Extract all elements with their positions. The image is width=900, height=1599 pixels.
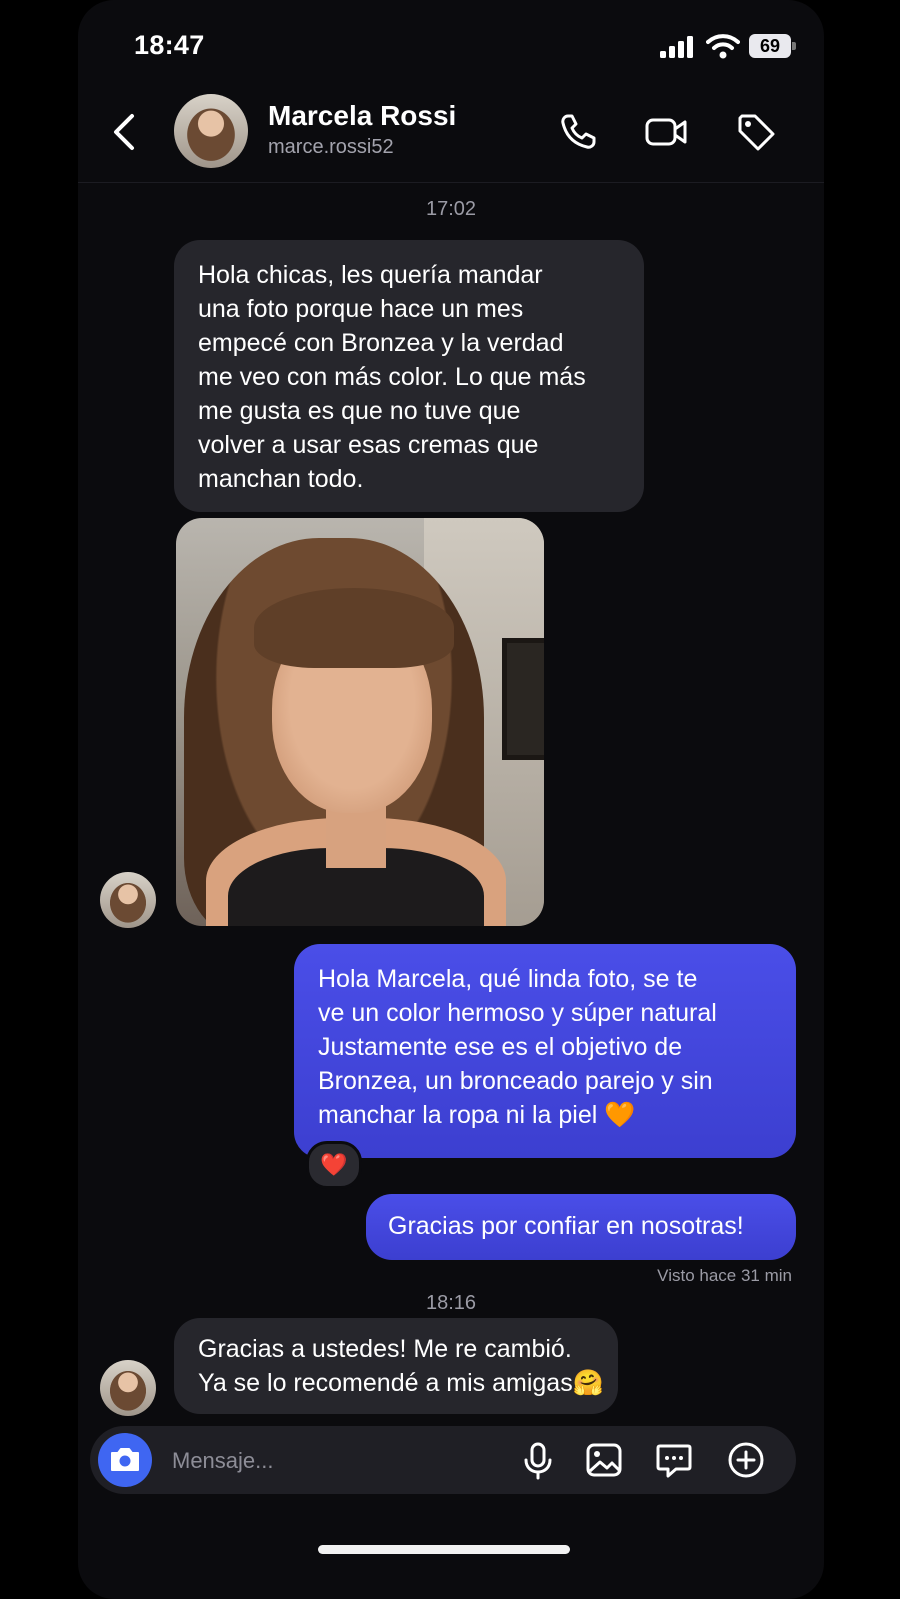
message-line: una foto porque hace un mes <box>198 295 524 323</box>
wifi-icon <box>706 34 740 59</box>
message-line: Justamente ese es el objetivo de <box>318 1033 683 1061</box>
tag-icon[interactable] <box>734 110 778 154</box>
shared-photo[interactable] <box>176 518 544 926</box>
message-text: Gracias por confiar en nosotras! <box>388 1212 744 1240</box>
message-line: Ya se lo recomendé a mis amigas🤗 <box>198 1369 604 1397</box>
message-line: me veo con más color. Lo que más <box>198 363 586 391</box>
battery-icon: 69 <box>749 34 797 58</box>
cellular-signal-icon <box>660 36 693 58</box>
message-line: volver a usar esas cremas que <box>198 431 539 459</box>
camera-icon <box>111 1448 139 1471</box>
video-camera-icon[interactable] <box>644 110 688 154</box>
message-bubble-incoming[interactable]: Gracias a ustedes! Me re cambió. Ya se l… <box>174 1318 618 1414</box>
message-line: Gracias a ustedes! Me re cambió. <box>198 1335 572 1363</box>
message-line: empecé con Bronzea y la verdad <box>198 329 564 357</box>
home-indicator[interactable] <box>318 1545 570 1554</box>
chat-bubble-icon[interactable] <box>654 1440 694 1480</box>
seen-status: Visto hace 31 min <box>657 1266 792 1285</box>
chevron-left-icon[interactable] <box>106 108 142 156</box>
contact-handle: marce.rossi52 <box>268 136 394 158</box>
message-line: manchar la ropa ni la piel 🧡 <box>318 1101 636 1129</box>
timestamp: 17:02 <box>425 198 477 220</box>
message-bubble-incoming[interactable]: Hola chicas, les quería mandar una foto … <box>174 240 644 512</box>
message-line: Bronzea, un bronceado parejo y sin <box>318 1067 713 1095</box>
timestamp: 18:16 <box>425 1292 477 1314</box>
avatar[interactable] <box>100 872 156 928</box>
chat-header: Marcela Rossi marce.rossi52 <box>78 90 824 183</box>
message-composer: Mensaje... <box>90 1426 796 1494</box>
image-icon[interactable] <box>584 1440 624 1480</box>
message-line: ve un color hermoso y súper natural <box>318 999 717 1027</box>
message-bubble-outgoing[interactable]: Hola Marcela, qué linda foto, se te ve u… <box>294 944 796 1158</box>
status-time: 18:47 <box>134 30 205 60</box>
avatar[interactable] <box>100 1360 156 1416</box>
heart-reaction[interactable]: ❤️ <box>306 1141 362 1189</box>
phone-icon[interactable] <box>556 110 600 154</box>
phone-screen: 18:47 69 Marcela Rossi marce.rossi52 17:… <box>78 0 824 1599</box>
message-line: Hola chicas, les quería mandar <box>198 261 543 289</box>
plus-circle-icon[interactable] <box>726 1440 766 1480</box>
message-line: Hola Marcela, qué linda foto, se te <box>318 965 698 993</box>
battery-level: 69 <box>749 34 791 58</box>
message-line: manchan todo. <box>198 465 364 493</box>
camera-button[interactable] <box>98 1433 152 1487</box>
message-bubble-outgoing[interactable]: Gracias por confiar en nosotras! <box>366 1194 796 1260</box>
microphone-icon[interactable] <box>518 1440 558 1480</box>
status-bar: 18:47 69 <box>78 0 824 90</box>
avatar[interactable] <box>174 94 248 168</box>
contact-name[interactable]: Marcela Rossi <box>268 100 456 132</box>
message-input[interactable]: Mensaje... <box>172 1448 274 1474</box>
message-line: me gusta es que no tuve que <box>198 397 521 425</box>
